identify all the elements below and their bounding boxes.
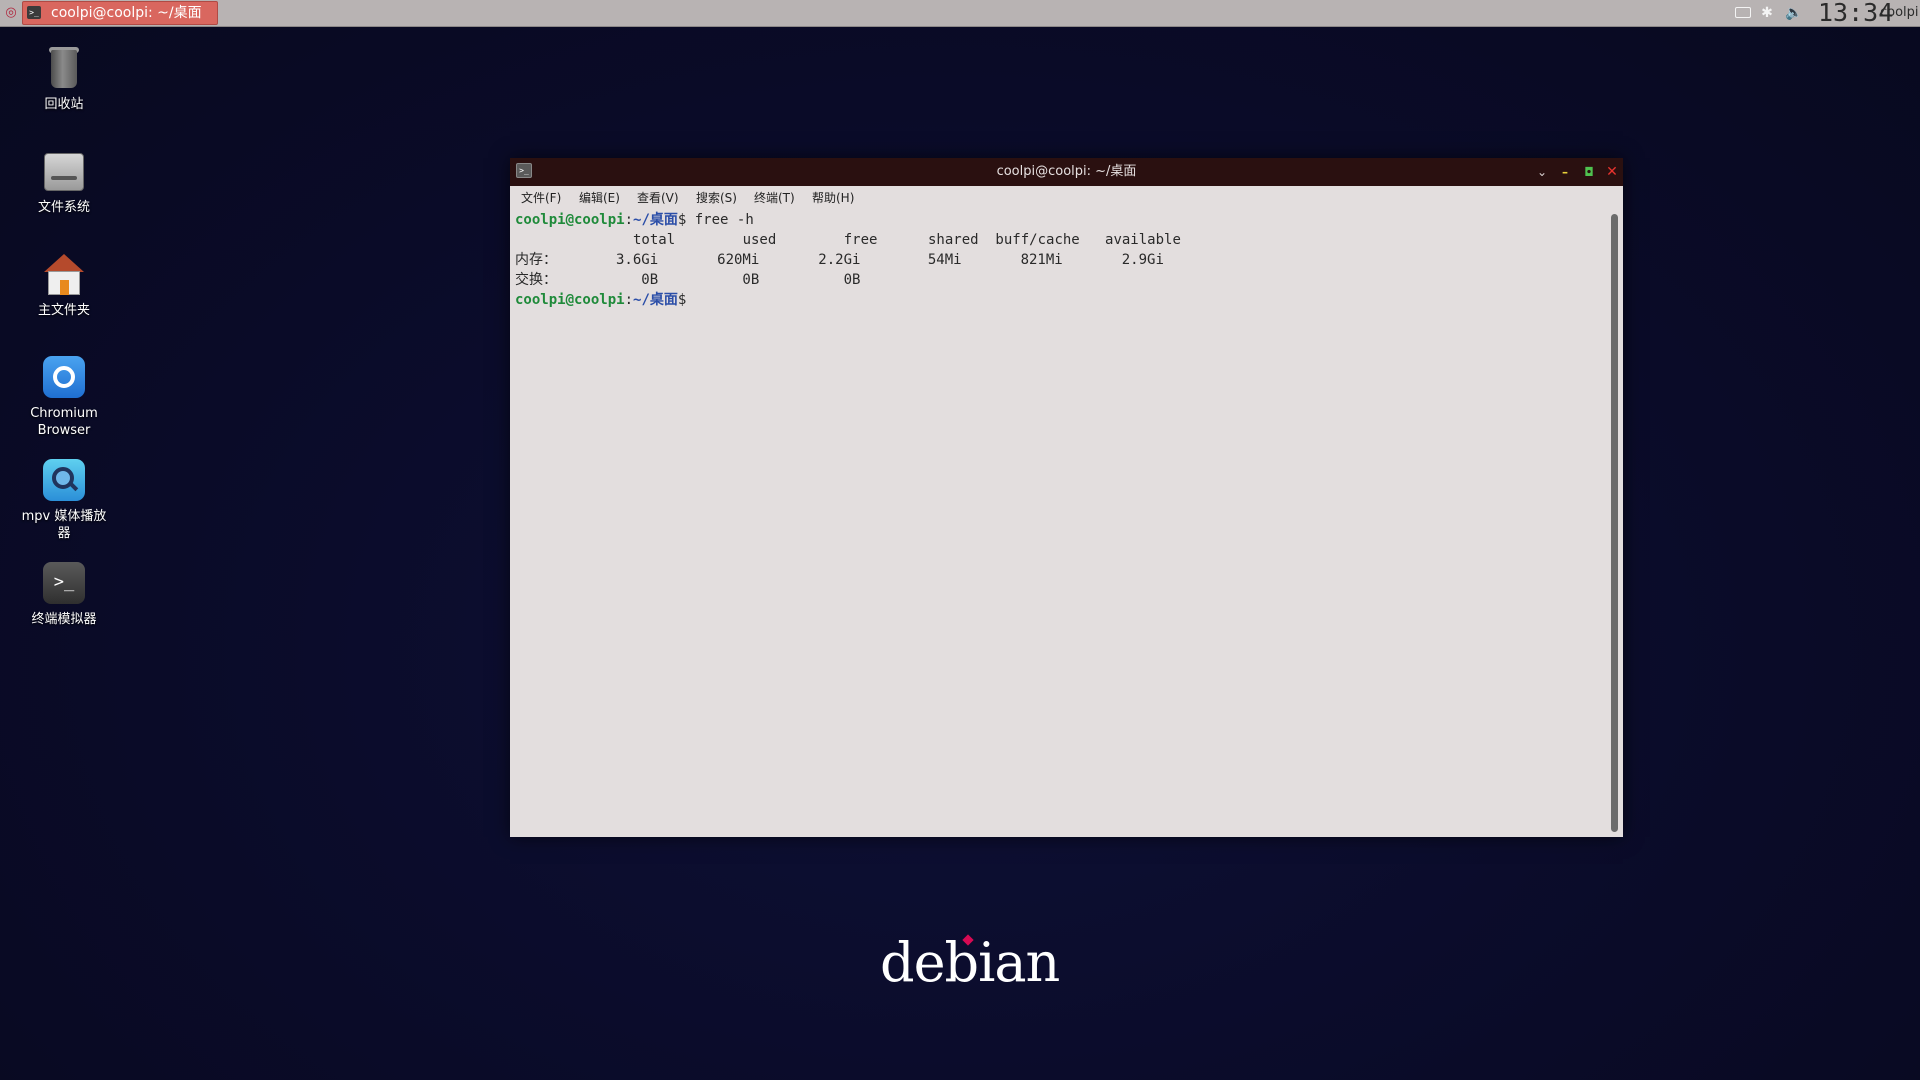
terminal-output-line: 内存： 3.6Gi 620Mi 2.2Gi 54Mi 821Mi 2.9Gi — [515, 252, 1164, 268]
desktop: ◎ >_ coolpi@coolpi: ~/桌面 ✱ 🔈 13:34 coolp… — [0, 0, 1920, 1080]
clock[interactable]: 13:34 — [1818, 0, 1893, 26]
desktop-icon-home[interactable]: 主文件夹 — [9, 250, 119, 319]
menu-help[interactable]: 帮助(H) — [808, 186, 858, 210]
desktop-icon-label: Chromium Browser — [30, 406, 98, 438]
home-folder-icon — [40, 250, 88, 298]
menu-bar: 文件(F) 编辑(E) 查看(V) 搜索(S) 终端(T) 帮助(H) — [510, 186, 1623, 210]
user-menu[interactable]: coolpi — [1880, 3, 1920, 23]
menu-file[interactable]: 文件(F) — [517, 186, 565, 210]
mpv-icon — [40, 456, 88, 504]
desktop-icon-label: 回收站 — [44, 97, 84, 112]
close-button[interactable]: ✕ — [1602, 162, 1622, 182]
menu-edit[interactable]: 编辑(E) — [575, 186, 624, 210]
debian-logo: debian — [880, 931, 1060, 994]
desktop-icon-label: 主文件夹 — [37, 303, 90, 318]
taskbar-window-label: coolpi@coolpi: ~/桌面 — [51, 5, 202, 21]
terminal-window[interactable]: >_ coolpi@coolpi: ~/桌面 ⌄ – ◘ ✕ 文件(F) 编辑(… — [510, 158, 1623, 837]
desktop-icon-filesystem[interactable]: 文件系统 — [9, 147, 119, 216]
desktop-icon-label: 文件系统 — [37, 200, 90, 215]
menu-view[interactable]: 查看(V) — [633, 186, 683, 210]
terminal-icon: >_ — [27, 6, 41, 19]
filesystem-icon — [40, 147, 88, 195]
keyboard-icon[interactable] — [1733, 3, 1753, 23]
terminal-output-line: total used free shared buff/cache availa… — [515, 232, 1181, 248]
terminal-output-line: 交换： 0B 0B 0B — [515, 272, 861, 288]
prompt-user: coolpi@coolpi — [515, 212, 625, 228]
debian-menu-icon[interactable]: ◎ — [3, 4, 19, 22]
maximize-button[interactable]: ◘ — [1579, 162, 1599, 182]
prompt-path: ~/桌面 — [633, 212, 678, 228]
desktop-icon-trash[interactable]: 回收站 — [9, 44, 119, 113]
desktop-icon-mpv[interactable]: mpv 媒体播放器 — [9, 456, 119, 542]
window-title: coolpi@coolpi: ~/桌面 — [996, 164, 1137, 179]
terminal-command: free -h — [686, 212, 754, 228]
prompt-symbol: $ — [677, 292, 687, 308]
desktop-icon-terminal[interactable]: >_ 终端模拟器 — [9, 559, 119, 628]
scrollbar[interactable] — [1607, 210, 1623, 837]
prompt-user: coolpi@coolpi — [515, 292, 625, 308]
trash-icon — [40, 44, 88, 92]
terminal-output-area[interactable]: coolpi@coolpi:~/桌面$ free -h total used f… — [510, 210, 1605, 837]
desktop-icon-label: 终端模拟器 — [31, 612, 97, 627]
taskbar-terminal-window[interactable]: >_ coolpi@coolpi: ~/桌面 — [22, 1, 218, 25]
chromium-icon — [40, 353, 88, 401]
prompt-path: ~/桌面 — [633, 292, 678, 308]
volume-icon[interactable]: 🔈 — [1783, 3, 1805, 23]
window-titlebar[interactable]: >_ coolpi@coolpi: ~/桌面 ⌄ – ◘ ✕ — [510, 158, 1623, 186]
top-panel: ◎ >_ coolpi@coolpi: ~/桌面 ✱ 🔈 13:34 coolp… — [0, 0, 1920, 27]
desktop-icon-chromium[interactable]: Chromium Browser — [9, 353, 119, 439]
terminal-prompt-line: coolpi@coolpi:~/桌面$ free -h — [515, 212, 754, 228]
minimize-button[interactable]: – — [1555, 162, 1575, 182]
menu-terminal[interactable]: 终端(T) — [750, 186, 799, 210]
menu-search[interactable]: 搜索(S) — [692, 186, 741, 210]
terminal-prompt-line: coolpi@coolpi:~/桌面$ — [515, 292, 687, 308]
bluetooth-icon[interactable]: ✱ — [1758, 3, 1776, 23]
desktop-icon-label: mpv 媒体播放器 — [21, 509, 107, 541]
chevron-down-icon[interactable]: ⌄ — [1532, 162, 1552, 182]
scrollbar-thumb[interactable] — [1611, 214, 1618, 832]
terminal-icon: >_ — [40, 559, 88, 607]
